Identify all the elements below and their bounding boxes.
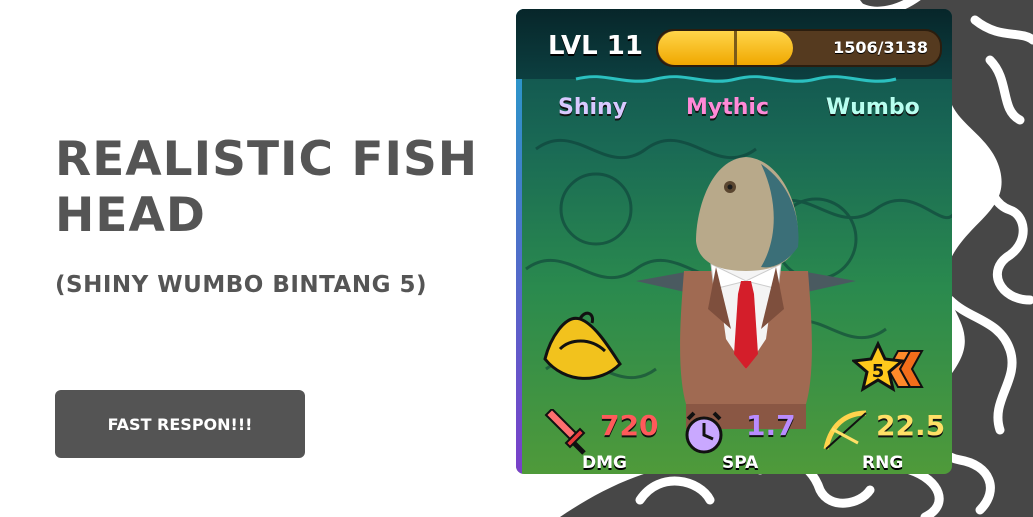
- stat-damage-label: DMG: [582, 453, 627, 473]
- page-subtitle: (SHINY WUMBO BINTANG 5): [55, 272, 428, 298]
- stat-damage-value: 720: [600, 409, 659, 442]
- stat-range: 22.5: [822, 409, 945, 450]
- unit-card[interactable]: LVL 11 1506/3138 Shiny Mythic Wumbo 5 72…: [516, 9, 952, 474]
- star-count: 5: [872, 361, 885, 382]
- title-line-2: HEAD: [55, 188, 206, 243]
- stat-damage: 720: [540, 407, 658, 455]
- stat-range-label: RNG: [862, 453, 904, 473]
- stat-speed-label: SPA: [722, 453, 759, 473]
- stat-speed-value: 1.7: [746, 409, 796, 442]
- stat-range-value: 22.5: [876, 409, 946, 442]
- stat-speed: 1.7: [682, 409, 796, 454]
- bag-icon: [543, 311, 622, 380]
- clock-icon: [685, 411, 723, 454]
- fast-respon-button[interactable]: FAST RESPON!!!: [55, 390, 305, 458]
- title-line-1: REALISTIC FISH: [55, 132, 479, 187]
- sword-icon: [544, 407, 586, 455]
- bow-icon: [823, 410, 867, 450]
- star-rank-icon: 5: [852, 340, 924, 393]
- fish-head-character-image: [636, 157, 856, 429]
- page-title: REALISTIC FISH HEAD: [55, 132, 478, 244]
